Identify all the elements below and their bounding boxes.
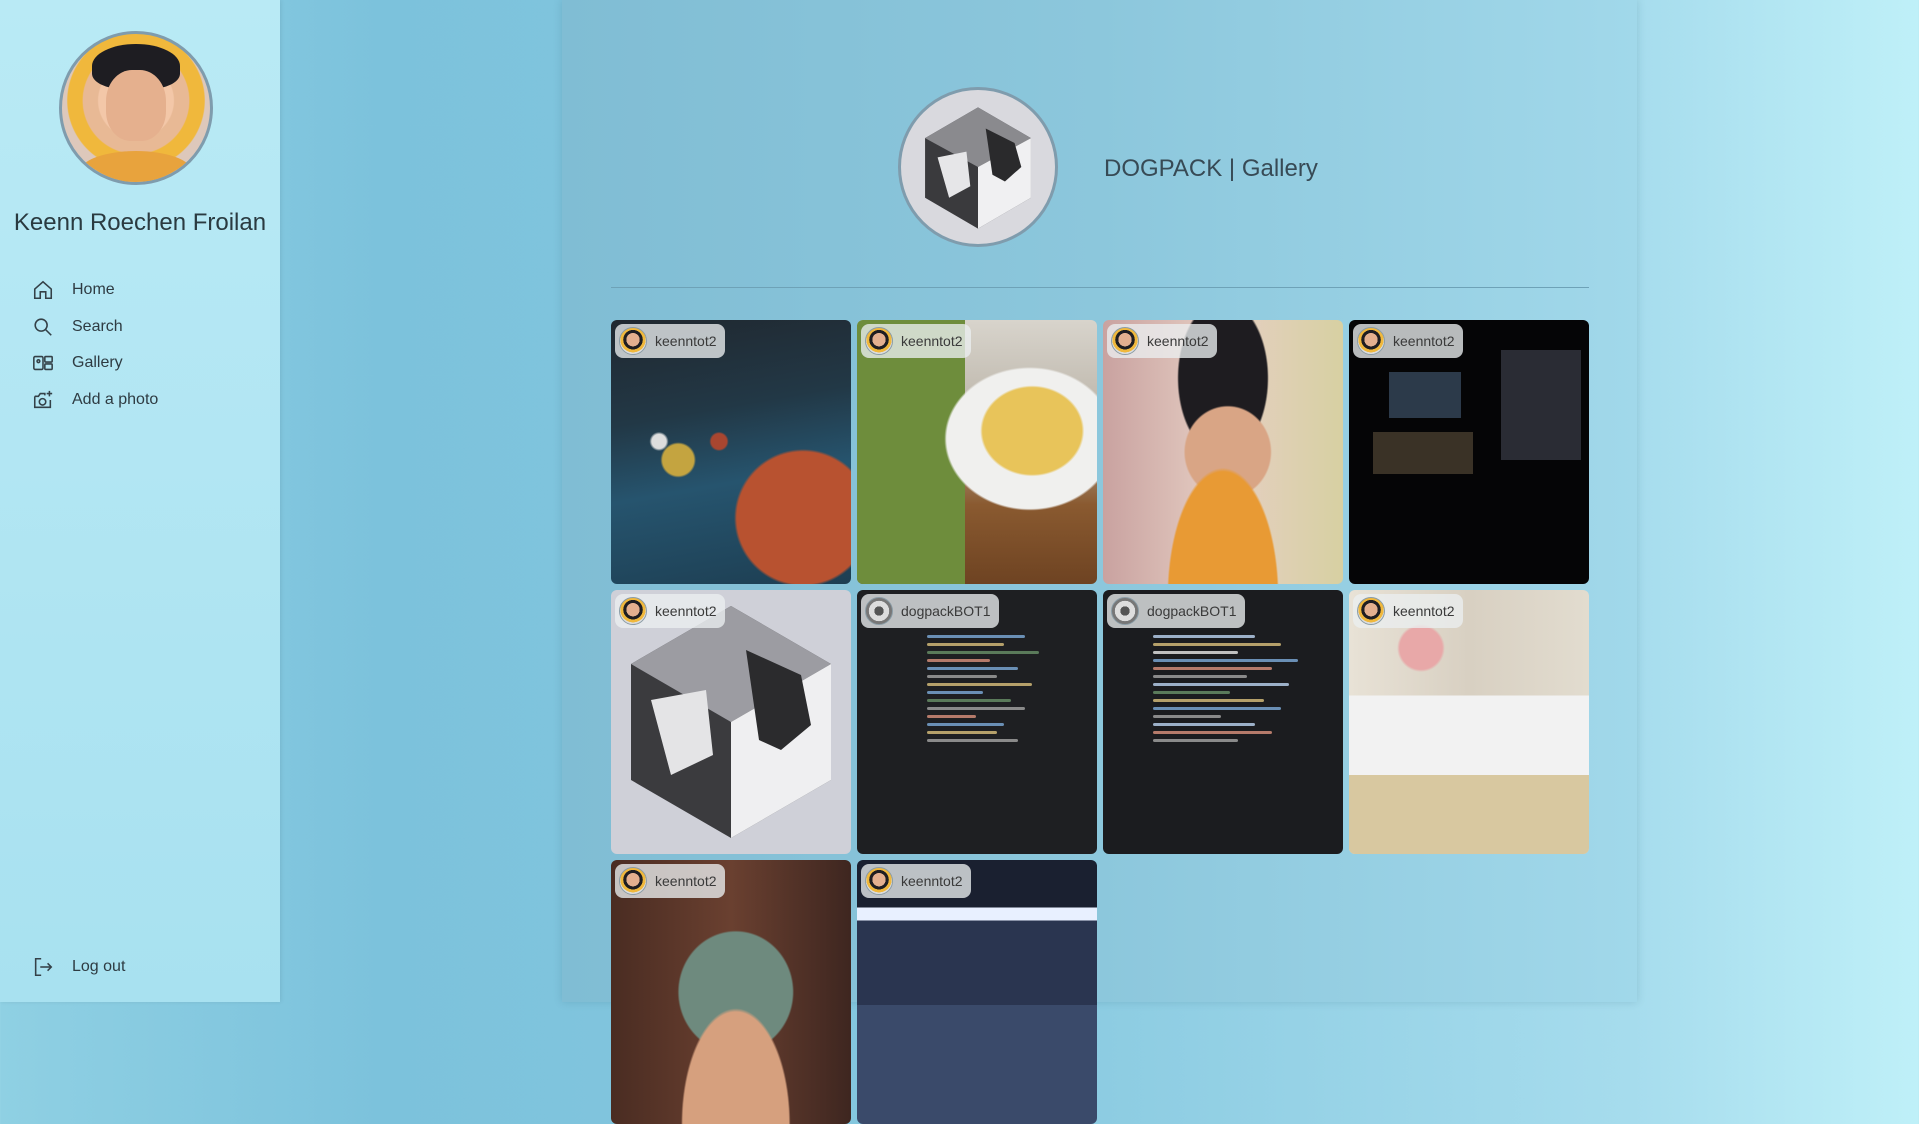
author-chip[interactable]: keenntot2: [861, 864, 971, 898]
code-editor-css-photo: [857, 590, 1097, 854]
author-avatar: [1111, 327, 1139, 355]
profile-avatar[interactable]: [59, 31, 213, 185]
gallery-tile[interactable]: keenntot2: [1349, 320, 1589, 584]
author-name: keenntot2: [655, 333, 717, 349]
gallery-tile[interactable]: keenntot2: [857, 320, 1097, 584]
dark-monitors-photo: [1349, 320, 1589, 584]
author-avatar: [619, 867, 647, 895]
gallery-tile[interactable]: dogpackBOT1: [857, 590, 1097, 854]
nav-home[interactable]: Home: [32, 276, 115, 304]
gallery-tile[interactable]: keenntot2: [611, 860, 851, 1124]
author-name: keenntot2: [1393, 333, 1455, 349]
gallery-tile[interactable]: keenntot2: [611, 590, 851, 854]
author-avatar: [1111, 597, 1139, 625]
author-avatar: [865, 327, 893, 355]
author-name: dogpackBOT1: [901, 603, 991, 619]
selfie-orange-shirt-photo: [1103, 320, 1343, 584]
logout-icon: [32, 956, 54, 978]
author-avatar: [1357, 597, 1385, 625]
cap-selfie-photo: [611, 860, 851, 1124]
main-panel: DOGPACK | Gallery keenntot2 keenntot2 ke…: [562, 0, 1637, 1124]
author-name: keenntot2: [655, 873, 717, 889]
home-icon: [32, 279, 54, 301]
code-editor-python-photo: [1103, 590, 1343, 854]
group-photo: [1349, 590, 1589, 854]
nav-home-label: Home: [72, 281, 115, 298]
gallery-tile[interactable]: keenntot2: [611, 320, 851, 584]
group-night-photo: [857, 860, 1097, 1124]
dogpack-logo-icon: [925, 107, 1031, 229]
dogpack-logo-photo: [611, 590, 851, 854]
author-avatar: [619, 597, 647, 625]
nav-add-photo-label: Add a photo: [72, 391, 159, 408]
gallery-tile[interactable]: keenntot2: [857, 860, 1097, 1124]
group-avatar: [898, 87, 1058, 247]
author-chip[interactable]: keenntot2: [1353, 324, 1463, 358]
nav-search-label: Search: [72, 318, 123, 335]
nav-logout-label: Log out: [72, 958, 126, 975]
author-chip[interactable]: keenntot2: [861, 324, 971, 358]
author-name: keenntot2: [901, 873, 963, 889]
author-name: keenntot2: [901, 333, 963, 349]
divider: [611, 287, 1589, 288]
gallery-tile[interactable]: keenntot2: [1103, 320, 1343, 584]
nav-search[interactable]: Search: [32, 313, 123, 341]
author-name: keenntot2: [1393, 603, 1455, 619]
author-chip[interactable]: keenntot2: [615, 864, 725, 898]
gallery-icon: [32, 352, 54, 374]
nav-gallery[interactable]: Gallery: [32, 349, 123, 377]
add-photo-icon: [32, 389, 54, 411]
author-name: keenntot2: [655, 603, 717, 619]
gallery-tile[interactable]: keenntot2: [1349, 590, 1589, 854]
billiards-photo: [611, 320, 851, 584]
nav-gallery-label: Gallery: [72, 354, 123, 371]
search-icon: [32, 316, 54, 338]
author-chip[interactable]: keenntot2: [1107, 324, 1217, 358]
author-chip[interactable]: dogpackBOT1: [861, 594, 999, 628]
author-avatar: [1357, 327, 1385, 355]
nav-add-photo[interactable]: Add a photo: [32, 386, 158, 414]
gallery-grid: keenntot2 keenntot2 keenntot2 keenntot2 …: [611, 320, 1589, 1124]
author-chip[interactable]: keenntot2: [615, 594, 725, 628]
author-chip[interactable]: keenntot2: [615, 324, 725, 358]
nav-logout[interactable]: Log out: [32, 953, 125, 981]
gallery-tile[interactable]: dogpackBOT1: [1103, 590, 1343, 854]
author-avatar: [865, 867, 893, 895]
author-chip[interactable]: dogpackBOT1: [1107, 594, 1245, 628]
author-avatar: [865, 597, 893, 625]
author-avatar: [619, 327, 647, 355]
food-drink-photo: [857, 320, 1097, 584]
page-title: DOGPACK | Gallery: [1104, 155, 1318, 182]
author-chip[interactable]: keenntot2: [1353, 594, 1463, 628]
author-name: dogpackBOT1: [1147, 603, 1237, 619]
author-name: keenntot2: [1147, 333, 1209, 349]
sidebar: Keenn Roechen Froilan Home Search Galler…: [0, 0, 280, 1002]
profile-name: Keenn Roechen Froilan: [13, 209, 267, 236]
